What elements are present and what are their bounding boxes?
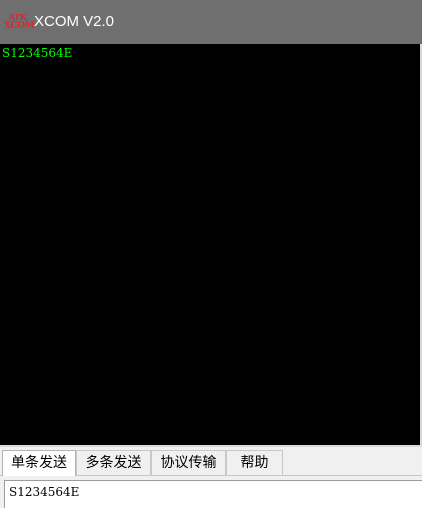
window-title: XCOM V2.0 — [34, 13, 115, 30]
receive-text: S1234564E — [2, 46, 73, 60]
tab-single-send[interactable]: 单条发送 — [2, 450, 76, 476]
tab-protocol-transfer[interactable]: 协议传输 — [151, 450, 226, 475]
send-input[interactable]: S1234564E — [4, 480, 422, 508]
logo-line-2: XCOM — [4, 21, 35, 31]
title-bar[interactable]: ATK XCOM XCOM V2.0 — [0, 0, 422, 44]
send-tabs: 单条发送 多条发送 协议传输 帮助 — [0, 450, 422, 476]
tab-help[interactable]: 帮助 — [226, 450, 283, 475]
send-text: S1234564E — [9, 485, 80, 499]
app-logo-icon: ATK XCOM — [4, 12, 35, 32]
tab-multi-send[interactable]: 多条发送 — [76, 450, 151, 475]
receive-area[interactable]: S1234564E — [0, 44, 422, 447]
